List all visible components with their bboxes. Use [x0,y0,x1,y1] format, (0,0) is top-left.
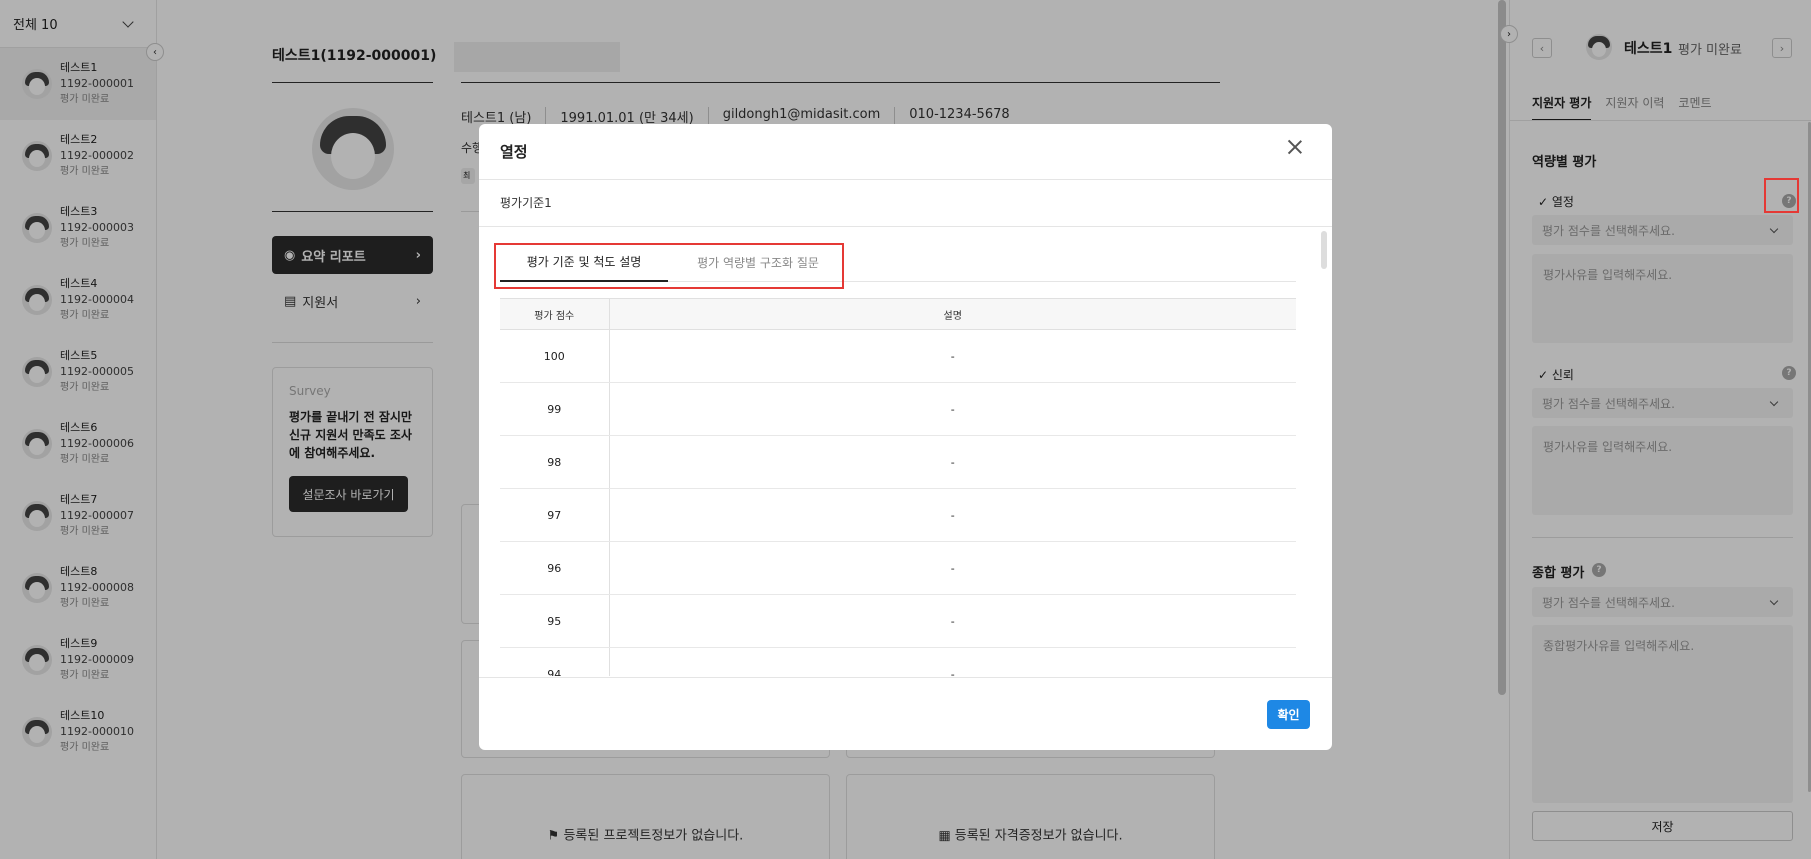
description-cell: - [609,541,1296,595]
table-row: 94- [500,647,1296,676]
description-cell: - [609,329,1296,383]
description-cell: - [609,488,1296,542]
header-score: 평가 점수 [500,298,610,330]
modal-divider [479,179,1332,180]
header-description: 설명 [609,298,1296,330]
table-header-row: 평가 점수 설명 [500,298,1296,330]
modal-footer-divider [479,677,1332,678]
score-cell: 96 [500,541,610,595]
highlight-box [494,243,844,289]
criteria-name: 평가기준1 [500,196,552,210]
table-row: 96- [500,541,1296,595]
score-cell: 99 [500,382,610,436]
score-table: 평가 점수 설명 100-99-98-97-96-95-94- [500,298,1296,676]
highlight-box [1764,178,1799,213]
table-row: 100- [500,329,1296,383]
modal-scrollbar[interactable] [1321,231,1327,269]
table-row: 98- [500,435,1296,489]
close-icon[interactable] [1286,138,1304,156]
confirm-button[interactable]: 확인 [1267,700,1310,729]
description-cell: - [609,647,1296,676]
table-row: 97- [500,488,1296,542]
score-cell: 97 [500,488,610,542]
score-cell: 98 [500,435,610,489]
score-cell: 100 [500,329,610,383]
description-cell: - [609,435,1296,489]
table-row: 99- [500,382,1296,436]
score-cell: 95 [500,594,610,648]
score-cell: 94 [500,647,610,676]
modal-title: 열정 [500,143,528,161]
description-cell: - [609,594,1296,648]
criteria-modal: 열정 평가기준1 평가 기준 및 척도 설명 평가 역량별 구조화 질문 평가 … [479,124,1332,750]
modal-divider [479,226,1332,227]
table-row: 95- [500,594,1296,648]
description-cell: - [609,382,1296,436]
